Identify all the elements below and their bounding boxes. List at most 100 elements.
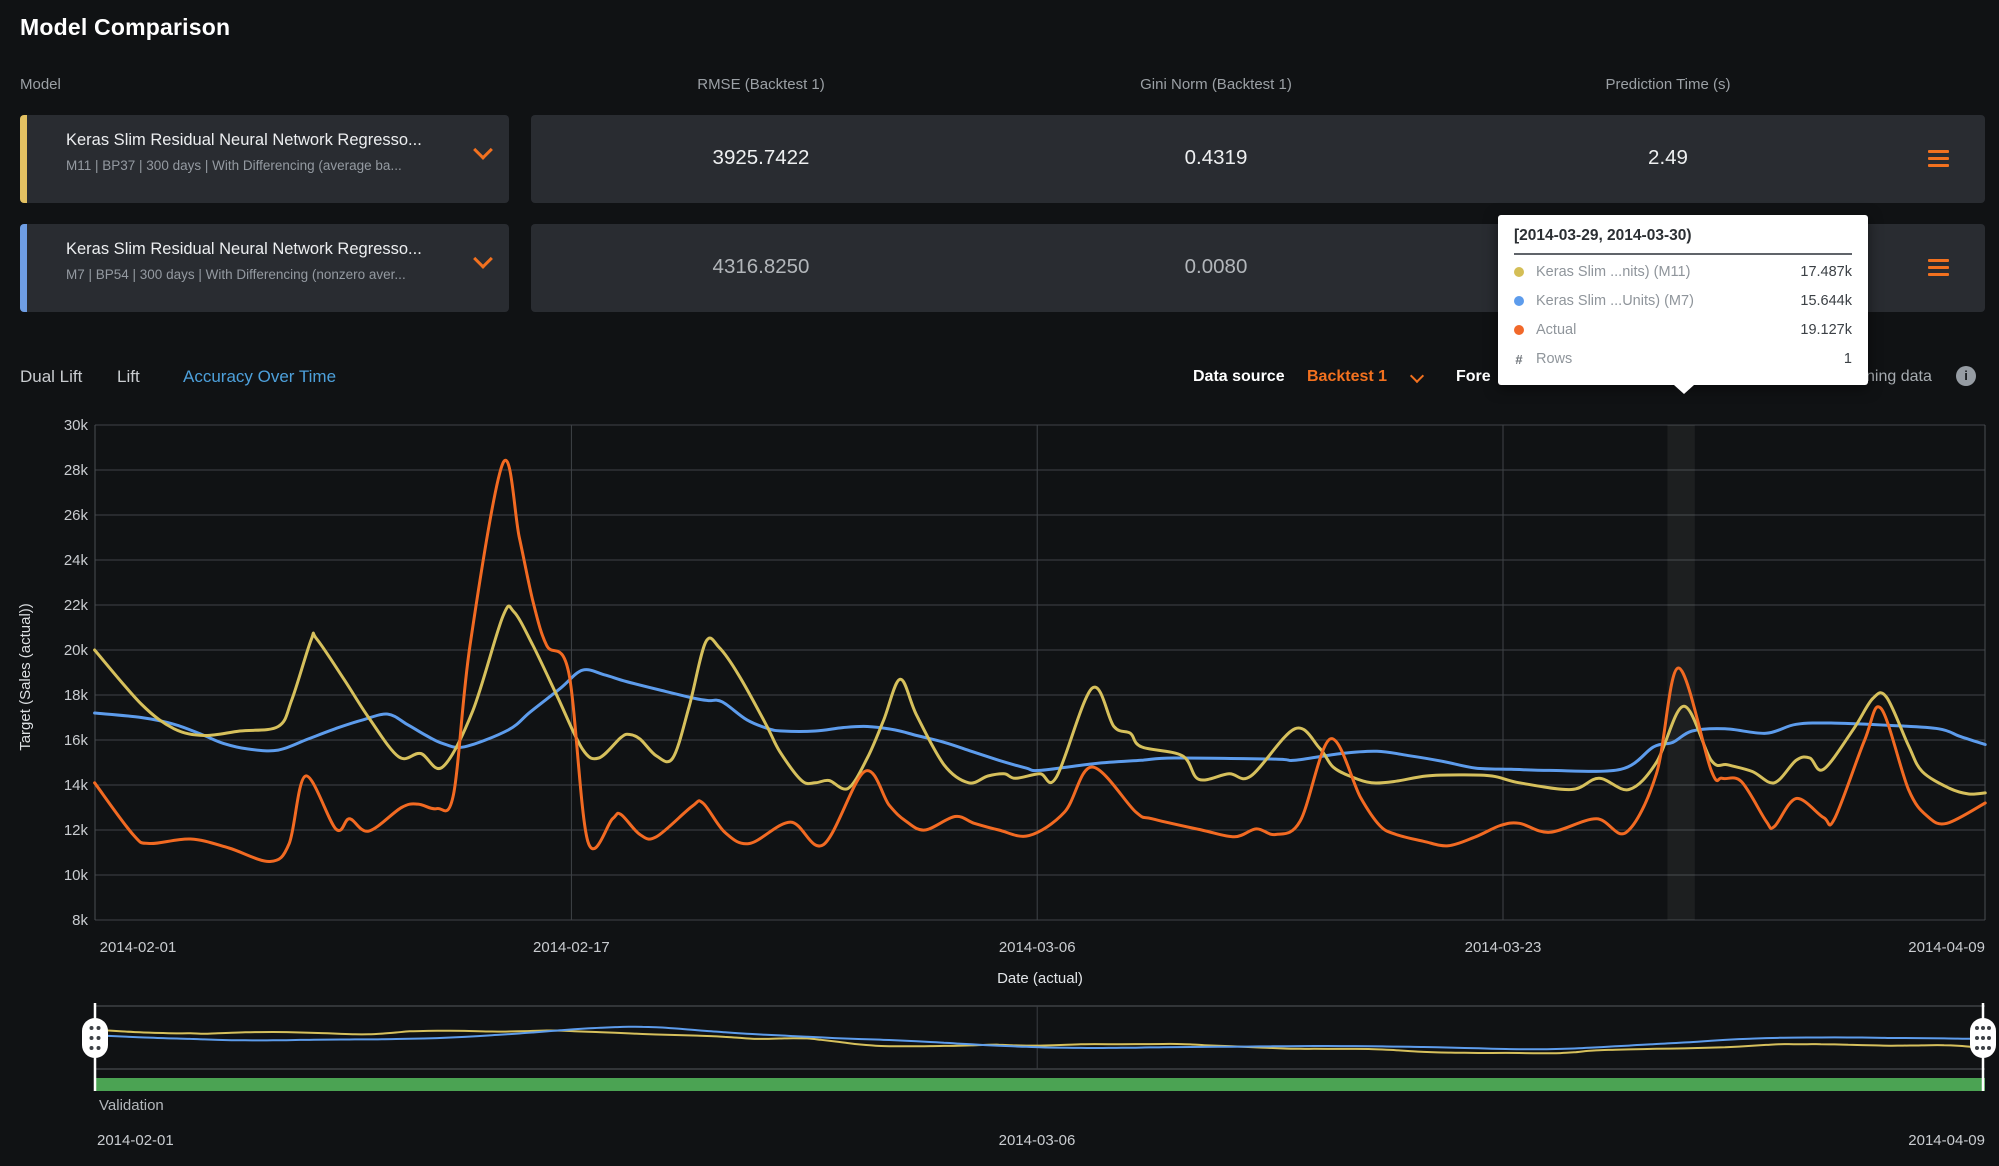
model-subtitle: M7 | BP54 | 300 days | With Differencing… bbox=[66, 267, 406, 282]
brush-date-label: 2014-04-09 bbox=[1908, 1132, 1985, 1149]
model-card[interactable]: Keras Slim Residual Neural Network Regre… bbox=[20, 115, 509, 203]
info-icon[interactable]: i bbox=[1956, 366, 1976, 386]
column-header: Gini Norm (Backtest 1) bbox=[1140, 76, 1292, 93]
tooltip-series-label: Actual bbox=[1536, 322, 1577, 338]
tooltip-date-range: [2014-03-29, 2014-03-30) bbox=[1514, 227, 1852, 255]
model-subtitle: M11 | BP37 | 300 days | With Differencin… bbox=[66, 158, 402, 173]
y-tick-label: 18k bbox=[64, 687, 89, 704]
chevron-down-icon[interactable] bbox=[1409, 368, 1425, 384]
model-title: Keras Slim Residual Neural Network Regre… bbox=[66, 131, 422, 149]
x-tick-label: 2014-02-17 bbox=[533, 939, 610, 956]
brush-handle-right[interactable] bbox=[1970, 1003, 1996, 1091]
tooltip-series-value: 15.644k bbox=[1800, 293, 1852, 309]
validation-label: Validation bbox=[99, 1097, 164, 1114]
y-tick-label: 16k bbox=[64, 732, 89, 749]
column-header: RMSE (Backtest 1) bbox=[697, 76, 825, 93]
y-tick-label: 20k bbox=[64, 642, 89, 659]
grip-dot-icon bbox=[89, 1036, 94, 1040]
grip-dot-icon bbox=[89, 1026, 94, 1030]
hamburger-bar bbox=[1928, 266, 1949, 269]
accuracy-over-time-chart[interactable]: 8k 10k 12k 14k 16k 18k 20k 22k 24k 26k 28k 30k 2014-… bbox=[0, 415, 1999, 1000]
hamburger-bar bbox=[1928, 157, 1949, 160]
tooltip-row: Keras Slim ...Units) (M7) 15.644k bbox=[1514, 289, 1852, 313]
hamburger-bar bbox=[1928, 150, 1949, 153]
grip-dot-icon bbox=[1981, 1036, 1985, 1040]
x-axis-title: Date (actual) bbox=[997, 970, 1083, 987]
y-tick-label: 28k bbox=[64, 462, 89, 479]
grip-dot-icon bbox=[96, 1036, 101, 1040]
hover-band-highlight bbox=[1667, 425, 1695, 920]
series-dot bbox=[1514, 325, 1524, 335]
metric-value: 3925.7422 bbox=[712, 146, 810, 169]
metric-value: 0.0080 bbox=[1184, 255, 1248, 278]
grip-dot-icon bbox=[96, 1046, 101, 1050]
data-source-label: Data source bbox=[1193, 368, 1285, 385]
row-menu-button[interactable] bbox=[1928, 259, 1949, 276]
tab-accuracy-over-time[interactable]: Accuracy Over Time bbox=[183, 364, 336, 390]
model-comparison-page: Model Comparison Model RMSE (Backtest 1) G… bbox=[0, 0, 1999, 1166]
tooltip-series-value: 1 bbox=[1843, 351, 1852, 367]
y-axis-title: Target (Sales (actual)) bbox=[17, 603, 34, 751]
brush-date-label: 2014-02-01 bbox=[97, 1132, 174, 1149]
tooltip-series-label: Rows bbox=[1536, 351, 1573, 367]
hamburger-bar bbox=[1928, 164, 1949, 167]
model-title: Keras Slim Residual Neural Network Regre… bbox=[66, 240, 422, 258]
hamburger-bar bbox=[1928, 273, 1949, 276]
grip-dot-icon bbox=[89, 1046, 94, 1050]
grip-dot-icon bbox=[1981, 1046, 1985, 1050]
rows-count-icon: # bbox=[1515, 351, 1523, 367]
grip-dot-icon bbox=[1981, 1026, 1985, 1030]
chevron-down-icon[interactable] bbox=[473, 140, 493, 160]
grip-dot-icon bbox=[1975, 1036, 1979, 1040]
series-line-m7 bbox=[93, 668, 1987, 773]
tab-dual-lift[interactable]: Dual Lift bbox=[20, 364, 82, 390]
forecast-label-partial: Fore bbox=[1456, 368, 1491, 385]
tooltip-row: # Rows 1 bbox=[1514, 347, 1852, 371]
tooltip-rows: Keras Slim ...nits) (M11) 17.487k Keras Sl… bbox=[1514, 260, 1852, 371]
hamburger-bar bbox=[1928, 259, 1949, 262]
grip-dot-icon bbox=[1987, 1046, 1991, 1050]
tooltip-series-label: Keras Slim ...Units) (M7) bbox=[1536, 293, 1694, 309]
column-header: Model bbox=[20, 76, 61, 93]
tooltip-row: Actual 19.127k bbox=[1514, 318, 1852, 342]
y-tick-label: 8k bbox=[72, 912, 88, 929]
metric-value: 0.4319 bbox=[1184, 146, 1248, 169]
row-menu-button[interactable] bbox=[1928, 150, 1949, 167]
tooltip-series-value: 17.487k bbox=[1800, 264, 1852, 280]
metric-value: 4316.8250 bbox=[712, 255, 810, 278]
validation-bar bbox=[95, 1078, 1985, 1091]
grip-dot-icon bbox=[96, 1026, 101, 1030]
tooltip-row: Keras Slim ...nits) (M11) 17.487k bbox=[1514, 260, 1852, 284]
series-line-actual bbox=[93, 458, 1987, 863]
x-tick-label: 2014-04-09 bbox=[1908, 939, 1985, 956]
brush-handle-left[interactable] bbox=[82, 1003, 108, 1091]
tab-lift[interactable]: Lift bbox=[117, 364, 140, 390]
data-source-dropdown[interactable]: Backtest 1 bbox=[1307, 364, 1387, 390]
y-tick-label: 10k bbox=[64, 867, 89, 884]
date-range-brush[interactable]: Validation 2014-02-01 2014-03-06 2014-04-09 bbox=[0, 1000, 1999, 1166]
column-header: Prediction Time (s) bbox=[1605, 76, 1731, 93]
model-card[interactable]: Keras Slim Residual Neural Network Regre… bbox=[20, 224, 509, 312]
y-tick-label: 14k bbox=[64, 777, 89, 794]
x-tick-label: 2014-02-01 bbox=[100, 939, 177, 956]
grip-dot-icon bbox=[1987, 1026, 1991, 1030]
grip-dot-icon bbox=[1987, 1036, 1991, 1040]
y-tick-label: 22k bbox=[64, 597, 89, 614]
x-tick-label: 2014-03-23 bbox=[1465, 939, 1542, 956]
metrics-panel: 3925.7422 0.4319 2.49 bbox=[531, 115, 1985, 203]
tooltip-series-value: 19.127k bbox=[1800, 322, 1852, 338]
metric-value: 2.49 bbox=[1648, 146, 1688, 169]
grip-dot-icon bbox=[1975, 1026, 1979, 1030]
chevron-down-icon[interactable] bbox=[473, 249, 493, 269]
y-tick-label: 30k bbox=[64, 417, 89, 434]
grip-dot-icon bbox=[1975, 1046, 1979, 1050]
x-tick-label: 2014-03-06 bbox=[999, 939, 1076, 956]
brush-handle-grip[interactable] bbox=[82, 1018, 108, 1058]
series-line-m11 bbox=[93, 604, 1987, 796]
y-tick-label: 26k bbox=[64, 507, 89, 524]
series-dot bbox=[1514, 296, 1524, 306]
chart-tooltip: [2014-03-29, 2014-03-30) Keras Slim ...n… bbox=[1498, 215, 1868, 394]
series-dot bbox=[1514, 267, 1524, 277]
page-title: Model Comparison bbox=[20, 14, 231, 40]
y-tick-label: 24k bbox=[64, 552, 89, 569]
